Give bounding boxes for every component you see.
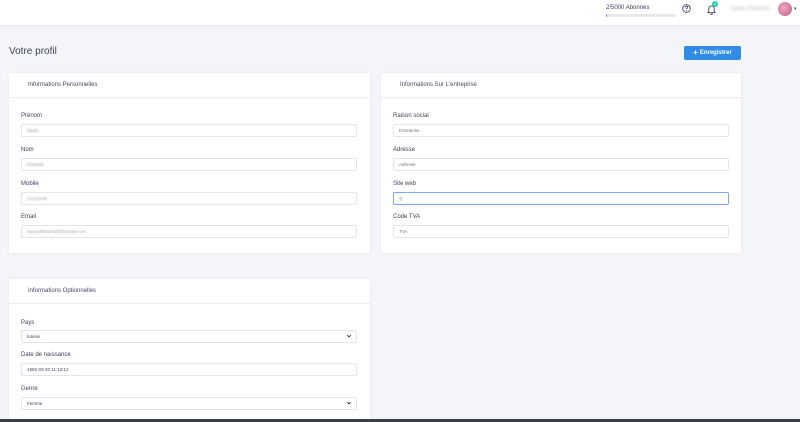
notification-badge: 0 bbox=[712, 1, 718, 7]
field-label: Date de naissance bbox=[21, 352, 71, 358]
field-label: Code TVA bbox=[393, 214, 421, 220]
website-input[interactable]: -| bbox=[393, 192, 729, 205]
company-name-input[interactable] bbox=[393, 124, 729, 137]
page-title: Votre profil bbox=[9, 46, 57, 57]
mobile-value: 22115039 bbox=[27, 196, 47, 201]
birth-date-input[interactable]: 1992-03-20 11:12:12 bbox=[21, 363, 357, 376]
subscribers-progress bbox=[606, 14, 676, 17]
avatar[interactable] bbox=[778, 2, 792, 16]
first-name-value: Nadia bbox=[27, 128, 39, 133]
caret-down-icon[interactable]: ▾ bbox=[794, 6, 797, 12]
country-value: tunisie bbox=[27, 334, 41, 339]
last-name-input[interactable]: Khamidi bbox=[21, 158, 357, 171]
chevron-down-icon bbox=[346, 334, 352, 338]
field-label: Adresse bbox=[393, 147, 416, 153]
field-label: Prénom bbox=[21, 113, 43, 119]
notifications-button[interactable]: 0 bbox=[707, 1, 718, 15]
website-value: -| bbox=[399, 196, 402, 201]
field-label: Mobile bbox=[21, 181, 39, 187]
country-select[interactable]: tunisie bbox=[21, 330, 357, 343]
optional-info-card: Informations Optionnelles Pays tunisie D… bbox=[9, 279, 370, 422]
subscribers-count: 2/5000 Abonnés bbox=[606, 5, 650, 11]
top-bar: 2/5000 Abonnés 0 Nadia Khamidi ▾ bbox=[0, 0, 800, 26]
mobile-input[interactable]: 22115039 bbox=[21, 192, 357, 205]
save-button[interactable]: + Enregistrer bbox=[684, 46, 741, 60]
company-info-card: Informations Sur L'entreprise Raison soc… bbox=[381, 73, 741, 253]
field-label: Pays bbox=[21, 320, 35, 326]
subscribers-progress-fill bbox=[606, 14, 607, 17]
save-button-label: Enregistrer bbox=[699, 50, 732, 56]
field-label: Genre bbox=[21, 386, 38, 392]
first-name-input[interactable]: Nadia bbox=[21, 124, 357, 137]
user-name[interactable]: Nadia Khamidi bbox=[730, 6, 769, 12]
help-circle-icon[interactable] bbox=[682, 4, 691, 13]
birth-date-value: 1992-03-20 11:12:12 bbox=[27, 367, 69, 372]
plus-icon: + bbox=[693, 48, 698, 57]
card-title: Informations Optionnelles bbox=[9, 279, 370, 304]
card-title: Informations Personnelles bbox=[9, 73, 370, 98]
field-label: Raison social bbox=[393, 113, 429, 119]
address-input[interactable] bbox=[393, 158, 729, 171]
gender-select[interactable]: Femme bbox=[21, 397, 357, 410]
last-name-value: Khamidi bbox=[27, 162, 44, 167]
card-title: Informations Sur L'entreprise bbox=[381, 73, 741, 98]
personal-info-card: Informations Personnelles Prénom Nadia N… bbox=[9, 73, 370, 253]
vat-code-input[interactable] bbox=[393, 225, 729, 238]
field-label: Nom bbox=[21, 147, 34, 153]
chevron-down-icon bbox=[346, 401, 352, 405]
email-input[interactable]: bayoudkhamidi@hotmail.com bbox=[21, 225, 357, 238]
field-label: Email bbox=[21, 214, 37, 220]
gender-value: Femme bbox=[27, 401, 43, 406]
email-value: bayoudkhamidi@hotmail.com bbox=[27, 229, 87, 234]
field-label: Site web bbox=[393, 181, 417, 187]
